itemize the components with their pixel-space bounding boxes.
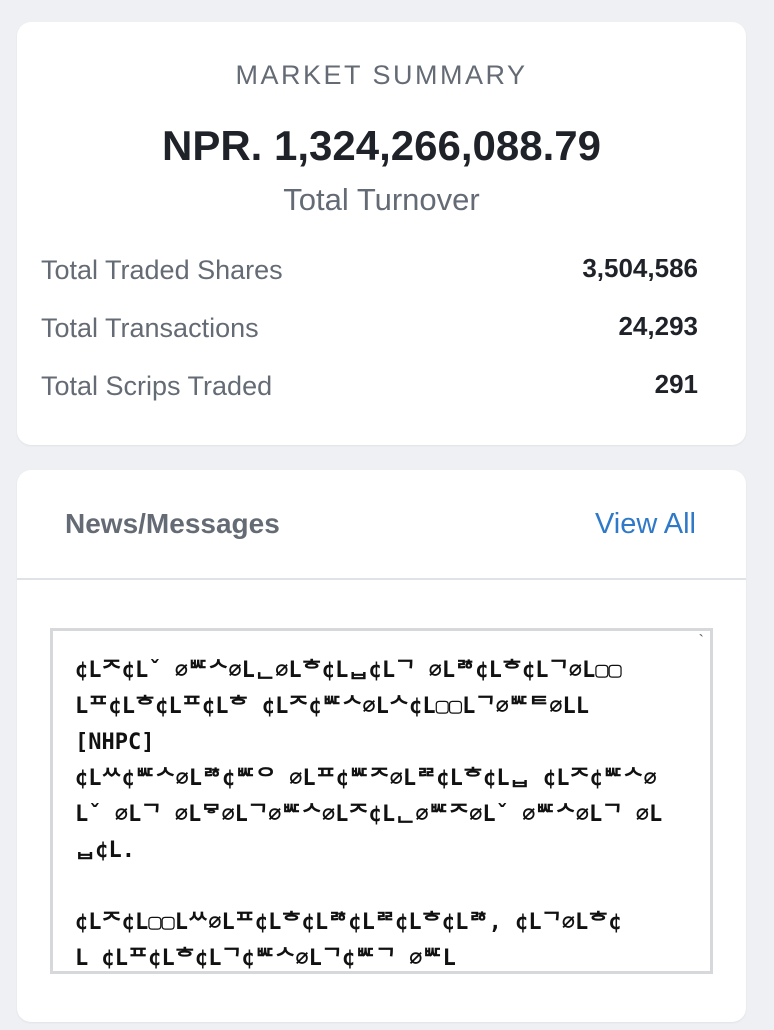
news-card: News/Messages View All ` ¢Lᄌ¢Lˇ ∅ᄣᄉ∅Lᆫ∅L… [17, 470, 746, 1022]
market-summary-card: MARKET SUMMARY NPR. 1,324,266,088.79 Tot… [17, 22, 746, 445]
stat-value: 291 [654, 369, 698, 399]
news-header: News/Messages View All [17, 470, 746, 578]
news-message-box[interactable]: ` ¢Lᄌ¢Lˇ ∅ᄣᄉ∅Lᆫ∅Lᄒ¢Lᆸ¢Lᄀ ∅Lᄚ¢Lᄒ¢Lᄀ∅L▢▢ L… [50, 628, 713, 974]
news-message-text: ¢Lᄌ¢Lˇ ∅ᄣᄉ∅Lᆫ∅Lᄒ¢Lᆸ¢Lᄀ ∅Lᄚ¢Lᄒ¢Lᄀ∅L▢▢ Lᄑ¢… [75, 658, 663, 971]
total-turnover-label: Total Turnover [283, 182, 480, 217]
stat-row-transactions: Total Transactions 24,293 [41, 307, 698, 347]
divider [17, 578, 746, 580]
news-title: News/Messages [65, 508, 280, 539]
market-summary-heading: MARKET SUMMARY [235, 60, 528, 90]
scroll-indicator: ` [698, 633, 704, 650]
stat-row-traded-shares: Total Traded Shares 3,504,586 [41, 249, 698, 289]
view-all-link[interactable]: View All [595, 508, 696, 541]
stat-label: Total Scrips Traded [41, 371, 273, 401]
total-turnover-value: NPR. 1,324,266,088.79 [162, 122, 601, 169]
stat-value: 3,504,586 [582, 253, 698, 283]
stat-label: Total Transactions [41, 313, 259, 343]
stat-value: 24,293 [618, 311, 698, 341]
stat-row-scrips-traded: Total Scrips Traded 291 [41, 365, 698, 405]
stat-label: Total Traded Shares [41, 255, 283, 285]
